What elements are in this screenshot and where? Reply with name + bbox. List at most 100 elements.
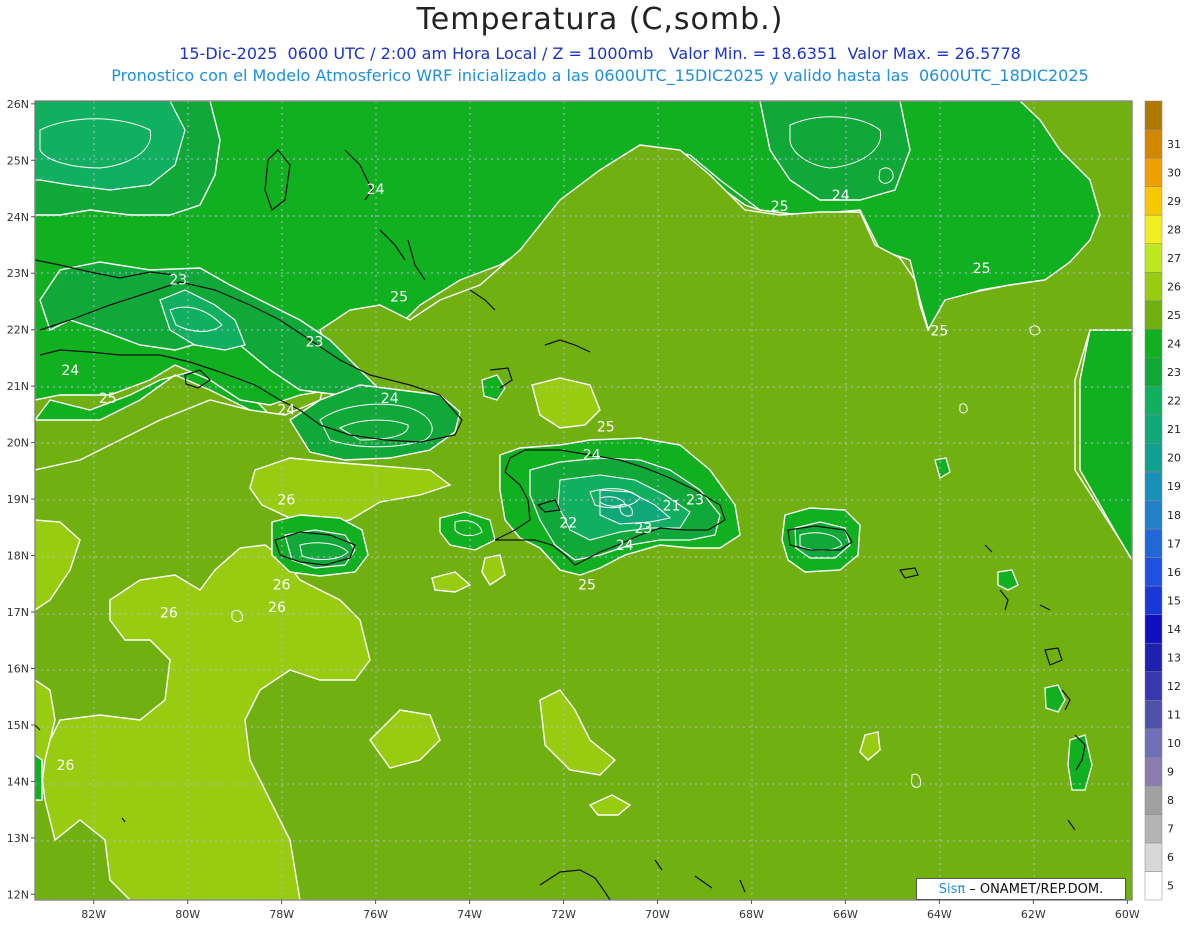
lat-tick-label: 26N bbox=[7, 98, 29, 111]
colorbar-label: 25 bbox=[1167, 309, 1181, 322]
colorbar-segment bbox=[1144, 528, 1163, 558]
colorbar-label: 16 bbox=[1167, 566, 1181, 579]
contour-label: 25 bbox=[973, 261, 991, 277]
colorbar-label: 9 bbox=[1167, 766, 1174, 779]
contour-label: 23 bbox=[306, 335, 324, 351]
colorbar-segment bbox=[1144, 471, 1163, 501]
colorbar-segment bbox=[1144, 785, 1163, 815]
colorbar-label: 11 bbox=[1167, 709, 1181, 722]
colorbar-label: 12 bbox=[1167, 680, 1181, 693]
contour-label: 25 bbox=[597, 419, 615, 435]
contour-label: 25 bbox=[930, 323, 948, 339]
lon-tick-label: 64W bbox=[927, 908, 952, 921]
lat-tick-label: 22N bbox=[7, 324, 29, 337]
lat-tick-label: 18N bbox=[7, 550, 29, 563]
colorbar-label: 27 bbox=[1167, 252, 1181, 265]
colorbar: 5 6 7 8 9 10 11 12 13 14 15 16 17 18 19 20 21 22 23 24 25 26 2… bbox=[1144, 100, 1181, 901]
colorbar-label: 24 bbox=[1167, 338, 1181, 351]
colorbar-label: 29 bbox=[1167, 195, 1181, 208]
colorbar-segment bbox=[1144, 700, 1163, 730]
colorbar-segment bbox=[1144, 243, 1163, 273]
contour-label: 25 bbox=[390, 289, 408, 305]
field-24-west-caribbean bbox=[35, 754, 43, 801]
contour-label: 26 bbox=[277, 493, 295, 509]
colorbar-segment bbox=[1144, 186, 1163, 216]
contour-label: 26 bbox=[273, 577, 291, 593]
colorbar-segment bbox=[1144, 557, 1163, 587]
colorbar-label: 13 bbox=[1167, 651, 1181, 664]
credit-brand: Sisπ bbox=[938, 881, 966, 897]
colorbar-label: 5 bbox=[1167, 880, 1174, 893]
colorbar-segment bbox=[1144, 100, 1163, 130]
colorbar-label: 22 bbox=[1167, 395, 1181, 408]
lat-tick-label: 17N bbox=[7, 606, 29, 619]
contour-label: 23 bbox=[634, 521, 652, 537]
contour-label: 21 bbox=[663, 498, 681, 514]
lon-tick-label: 74W bbox=[457, 908, 482, 921]
lon-tick-label: 82W bbox=[81, 908, 106, 921]
colorbar-label: 10 bbox=[1167, 737, 1181, 750]
colorbar-segment bbox=[1144, 500, 1163, 530]
colorbar-segment bbox=[1144, 357, 1163, 387]
lon-tick-label: 60W bbox=[1115, 908, 1140, 921]
contour-label: 25 bbox=[99, 391, 117, 407]
lon-tick-label: 76W bbox=[363, 908, 388, 921]
lon-tick-label: 72W bbox=[551, 908, 576, 921]
contour-label: 23 bbox=[169, 273, 187, 289]
contour-label: 24 bbox=[381, 391, 399, 407]
colorbar-segment bbox=[1144, 871, 1163, 901]
lat-tick-label: 23N bbox=[7, 267, 29, 280]
colorbar-label: 15 bbox=[1167, 594, 1181, 607]
lat-tick-label: 15N bbox=[7, 719, 29, 732]
colorbar-segment bbox=[1144, 642, 1163, 672]
colorbar-segment bbox=[1144, 814, 1163, 844]
colorbar-segment bbox=[1144, 157, 1163, 187]
lat-tick-label: 13N bbox=[7, 832, 29, 845]
colorbar-label: 23 bbox=[1167, 366, 1181, 379]
colorbar-segment bbox=[1144, 757, 1163, 787]
contour-label: 24 bbox=[832, 188, 850, 204]
contour-label: 24 bbox=[616, 538, 634, 554]
contour-label: 26 bbox=[57, 758, 75, 774]
contour-label: 24 bbox=[277, 402, 295, 418]
credit-box: Sisπ – ONAMET/REP.DOM. bbox=[916, 878, 1126, 900]
contour-label: 26 bbox=[268, 600, 286, 616]
colorbar-segment bbox=[1144, 671, 1163, 701]
lon-tick-label: 78W bbox=[269, 908, 294, 921]
colorbar-segment bbox=[1144, 728, 1163, 758]
lat-tick-label: 19N bbox=[7, 493, 29, 506]
lat-tick-label: 14N bbox=[7, 775, 29, 788]
lat-tick-label: 24N bbox=[7, 211, 29, 224]
colorbar-segment bbox=[1144, 329, 1163, 359]
contour-label: 24 bbox=[61, 363, 79, 379]
contour-label: 26 bbox=[160, 606, 178, 622]
colorbar-segment bbox=[1144, 129, 1163, 159]
credit-text: – ONAMET/REP.DOM. bbox=[969, 881, 1104, 897]
colorbar-label: 7 bbox=[1167, 823, 1174, 836]
contour-label: 25 bbox=[578, 577, 596, 593]
colorbar-segment bbox=[1144, 614, 1163, 644]
colorbar-label: 31 bbox=[1167, 138, 1181, 151]
colorbar-label: 14 bbox=[1167, 623, 1181, 636]
lon-tick-label: 66W bbox=[833, 908, 858, 921]
lat-tick-label: 12N bbox=[7, 888, 29, 901]
colorbar-segment bbox=[1144, 300, 1163, 330]
colorbar-label: 18 bbox=[1167, 509, 1181, 522]
colorbar-label: 17 bbox=[1167, 537, 1181, 550]
lat-tick-label: 20N bbox=[7, 437, 29, 450]
colorbar-label: 26 bbox=[1167, 280, 1181, 293]
contour-label: 25 bbox=[771, 199, 789, 215]
lon-tick-label: 62W bbox=[1021, 908, 1046, 921]
plot-area: 24252323242524242524262221 23232425262626… bbox=[35, 101, 1132, 900]
temperature-map: 24252323242524242524262221 23232425262626… bbox=[7, 98, 1181, 921]
lat-tick-label: 21N bbox=[7, 380, 29, 393]
colorbar-segment bbox=[1144, 842, 1163, 872]
colorbar-label: 20 bbox=[1167, 452, 1181, 465]
colorbar-segment bbox=[1144, 214, 1163, 244]
colorbar-label: 19 bbox=[1167, 480, 1181, 493]
lat-tick-label: 25N bbox=[7, 154, 29, 167]
contour-label: 23 bbox=[686, 493, 704, 509]
lon-tick-label: 70W bbox=[645, 908, 670, 921]
lat-tick-label: 16N bbox=[7, 662, 29, 675]
colorbar-segment bbox=[1144, 585, 1163, 615]
